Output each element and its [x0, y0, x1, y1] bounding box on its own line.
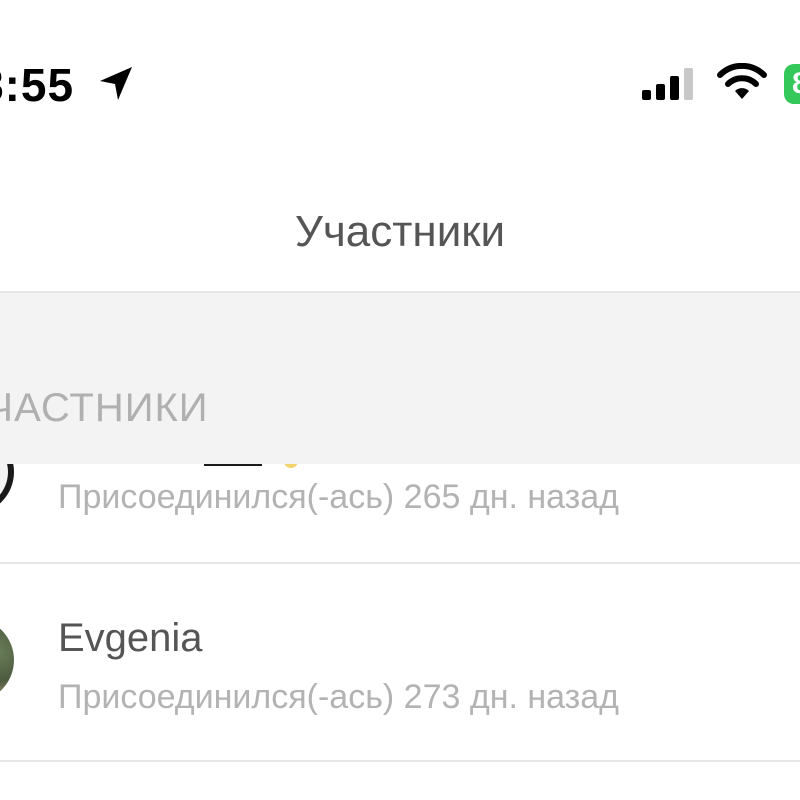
- page-title: Участники: [294, 207, 506, 256]
- location-arrow-icon: [100, 67, 132, 100]
- avatar: [0, 618, 14, 702]
- battery-icon: 8: [784, 64, 800, 104]
- status-bar: 8:55 8: [0, 0, 800, 150]
- navigation-bar: Участники: [0, 150, 800, 293]
- section-header-label: УЧАСТНИКИ: [0, 386, 209, 430]
- battery-level: 8: [792, 67, 800, 101]
- members-screen: 8:55 8 Участники УЧАСТНИКИ Присоединился…: [0, 0, 800, 800]
- member-name: Evgenia: [58, 616, 203, 660]
- cellular-signal-icon: [642, 68, 693, 100]
- member-joined-label: Присоединился(-ась) 273 дн. назад: [58, 678, 619, 716]
- member-row[interactable]: Evgenia Присоединился(-ась) 273 дн. наза…: [0, 564, 800, 760]
- status-time: 8:55: [0, 59, 75, 111]
- member-joined-label: Присоединился(-ась) 265 дн. назад: [58, 478, 619, 516]
- wifi-icon: [717, 63, 767, 99]
- row-divider: [0, 562, 800, 564]
- section-header: УЧАСТНИКИ: [0, 293, 800, 464]
- row-divider: [0, 760, 800, 762]
